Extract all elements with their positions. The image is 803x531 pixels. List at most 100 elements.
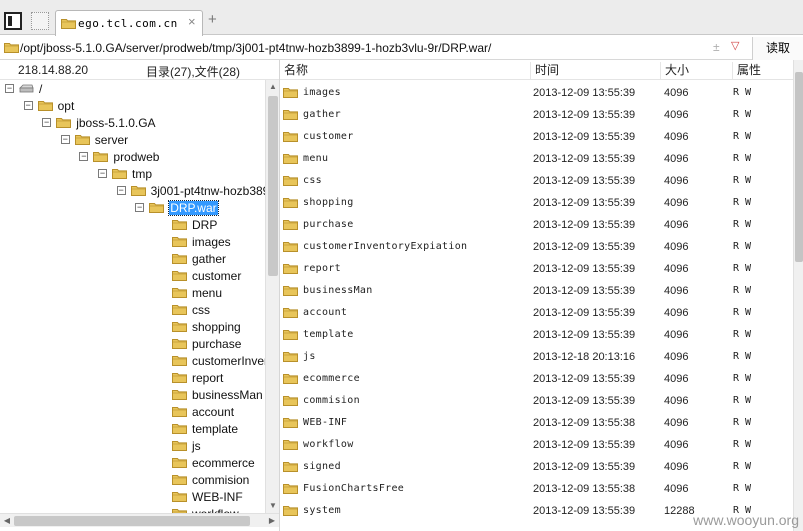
folder-icon xyxy=(172,491,187,505)
file-row[interactable]: customerInventoryExpiation 2013-12-09 13:… xyxy=(280,235,793,257)
file-row[interactable]: WEB-INF 2013-12-09 13:55:38 4096 R W xyxy=(280,411,793,433)
file-attr: R W xyxy=(733,417,752,428)
tree-node-label: ecommerce xyxy=(192,456,255,470)
collapse-toggle-icon[interactable]: − xyxy=(116,186,126,195)
file-name: images xyxy=(303,87,341,98)
file-name: shopping xyxy=(303,197,354,208)
file-name: customer xyxy=(303,131,354,142)
file-row[interactable]: purchase 2013-12-09 13:55:39 4096 R W xyxy=(280,213,793,235)
folder-icon xyxy=(4,42,19,53)
column-size[interactable]: 大小 xyxy=(660,62,732,79)
file-attr: R W xyxy=(733,87,752,98)
column-attr[interactable]: 属性 xyxy=(732,62,793,79)
tree-node-label: report xyxy=(192,371,224,385)
scroll-right-icon[interactable]: ▶ xyxy=(267,516,277,526)
file-size: 4096 xyxy=(664,175,689,187)
file-name: account xyxy=(303,307,348,318)
tree-node-label: server xyxy=(94,133,129,147)
file-row[interactable]: shopping 2013-12-09 13:55:39 4096 R W xyxy=(280,191,793,213)
list-vertical-scrollbar[interactable] xyxy=(793,60,803,531)
file-row[interactable]: gather 2013-12-09 13:55:39 4096 R W xyxy=(280,103,793,125)
collapse-toggle-icon[interactable]: − xyxy=(23,101,33,110)
file-size: 4096 xyxy=(664,197,689,209)
file-name: system xyxy=(303,505,341,516)
folder-icon xyxy=(172,406,187,420)
tab-site[interactable]: ego.tcl.com.cn xyxy=(55,10,203,36)
file-attr: R W xyxy=(733,461,752,472)
folder-icon xyxy=(283,329,298,343)
folder-icon xyxy=(172,219,187,233)
address-bar: ± ▽ 读取 xyxy=(0,37,803,60)
folder-icon xyxy=(283,131,298,145)
tree-horizontal-scrollbar[interactable]: ◀ ▶ xyxy=(0,513,279,527)
tree-node-label: menu xyxy=(192,286,223,300)
scrollbar-thumb[interactable] xyxy=(14,516,250,526)
file-row[interactable]: menu 2013-12-09 13:55:39 4096 R W xyxy=(280,147,793,169)
file-time: 2013-12-09 13:55:38 xyxy=(533,417,636,429)
folder-icon xyxy=(283,241,298,255)
file-row[interactable]: template 2013-12-09 13:55:39 4096 R W xyxy=(280,323,793,345)
plus-minus-icon[interactable]: ± xyxy=(713,40,720,54)
file-row[interactable]: commision 2013-12-09 13:55:39 4096 R W xyxy=(280,389,793,411)
scroll-down-icon[interactable]: ▼ xyxy=(268,501,278,511)
file-size: 4096 xyxy=(664,395,689,407)
scroll-left-icon[interactable]: ◀ xyxy=(2,516,12,526)
file-row[interactable]: report 2013-12-09 13:55:39 4096 R W xyxy=(280,257,793,279)
file-row[interactable]: FusionChartsFree 2013-12-09 13:55:38 4096 R… xyxy=(280,477,793,499)
file-time: 2013-12-09 13:55:39 xyxy=(533,395,636,407)
tree-node-label: purchase xyxy=(192,337,242,351)
new-tab-button[interactable]: + xyxy=(208,12,217,27)
file-size: 4096 xyxy=(664,153,689,165)
collapse-toggle-icon[interactable]: − xyxy=(79,152,89,161)
file-size: 4096 xyxy=(664,87,689,99)
file-name: js xyxy=(303,351,316,362)
folder-icon xyxy=(283,307,298,321)
panel-toggle-button[interactable] xyxy=(4,12,22,30)
file-size: 4096 xyxy=(664,417,689,429)
file-list: images 2013-12-09 13:55:39 4096 R W gather 20… xyxy=(280,81,793,527)
file-row[interactable]: account 2013-12-09 13:55:39 4096 R W xyxy=(280,301,793,323)
scroll-up-icon[interactable]: ▲ xyxy=(268,82,278,92)
file-row[interactable]: businessMan 2013-12-09 13:55:39 4096 R W xyxy=(280,279,793,301)
file-row[interactable]: customer 2013-12-09 13:55:39 4096 R W xyxy=(280,125,793,147)
file-row[interactable]: ecommerce 2013-12-09 13:55:39 4096 R W xyxy=(280,367,793,389)
file-time: 2013-12-09 13:55:39 xyxy=(533,439,636,451)
collapse-toggle-icon[interactable]: − xyxy=(98,169,107,178)
folder-icon xyxy=(172,355,187,369)
folder-icon xyxy=(172,287,187,301)
collapse-toggle-icon[interactable]: − xyxy=(135,203,145,212)
tree-node-label: template xyxy=(192,422,239,436)
folder-icon xyxy=(283,439,298,453)
file-row[interactable]: images 2013-12-09 13:55:39 4096 R W xyxy=(280,81,793,103)
file-row[interactable]: css 2013-12-09 13:55:39 4096 R W xyxy=(280,169,793,191)
tree-node-label: prodweb xyxy=(113,150,160,164)
tab-label: ego.tcl.com.cn xyxy=(78,17,178,30)
tree-node-label: gather xyxy=(192,252,227,266)
tree-node-label: DRP.war xyxy=(168,200,219,216)
close-tab-icon[interactable]: × xyxy=(188,14,196,29)
file-attr: R W xyxy=(733,263,752,274)
file-name: signed xyxy=(303,461,341,472)
folder-icon xyxy=(37,100,53,114)
file-time: 2013-12-09 13:55:39 xyxy=(533,263,636,275)
collapse-toggle-icon[interactable]: − xyxy=(42,118,52,127)
file-name: commision xyxy=(303,395,360,406)
file-row[interactable]: signed 2013-12-09 13:55:39 4096 R W xyxy=(280,455,793,477)
file-row[interactable]: workflow 2013-12-09 13:55:39 4096 R W xyxy=(280,433,793,455)
blank-tab-button[interactable] xyxy=(31,12,49,30)
collapse-toggle-icon[interactable]: − xyxy=(60,135,70,144)
scrollbar-thumb[interactable] xyxy=(795,72,803,262)
column-name[interactable]: 名称 xyxy=(280,62,530,79)
tree-vertical-scrollbar[interactable]: ▲ ▼ xyxy=(265,80,279,513)
path-input[interactable] xyxy=(20,38,748,58)
collapse-toggle-icon[interactable]: − xyxy=(5,84,14,93)
file-name: WEB-INF xyxy=(303,417,348,428)
chevron-down-icon[interactable]: ▽ xyxy=(731,39,739,52)
file-attr: R W xyxy=(733,109,752,120)
scrollbar-thumb[interactable] xyxy=(268,96,278,276)
file-row[interactable]: js 2013-12-18 20:13:16 4096 R W xyxy=(280,345,793,367)
folder-icon xyxy=(283,263,298,277)
read-button[interactable]: 读取 xyxy=(752,37,803,60)
column-time[interactable]: 时间 xyxy=(530,62,660,79)
folder-icon xyxy=(283,87,298,101)
